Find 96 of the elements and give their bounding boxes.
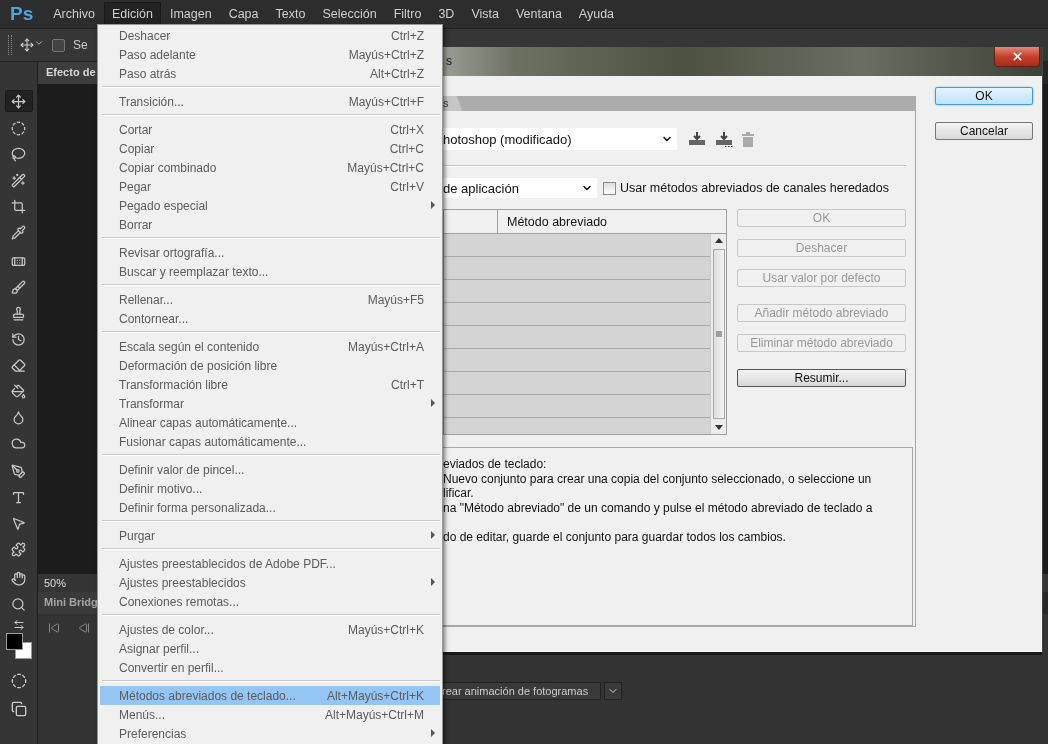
magic-wand-icon <box>11 172 26 188</box>
menu-item[interactable]: Escala según el contenido Mayús+Ctrl+A <box>100 337 440 356</box>
marquee-icon <box>11 120 26 136</box>
menu-item[interactable]: Deshacer Ctrl+Z <box>100 26 440 45</box>
cloud-icon <box>11 435 26 451</box>
menu-item[interactable]: Ajustes de color... Mayús+Ctrl+K <box>100 620 440 639</box>
menu-item[interactable]: Ventana <box>507 2 570 26</box>
description-text: na "Método abreviado" de un comando y pulse el método abreviado de teclado a <box>443 500 874 515</box>
pointer-icon <box>11 515 26 531</box>
screen-mode-icon[interactable] <box>10 701 27 717</box>
crop-icon <box>11 198 26 214</box>
dialog-button[interactable]: Resumir... <box>737 369 906 387</box>
window-title: s <box>446 54 452 68</box>
close-button[interactable] <box>994 47 1040 67</box>
menu-item[interactable]: Convertir en perfil... <box>100 658 440 677</box>
brush-icon <box>11 279 26 295</box>
skip-back-icon[interactable] <box>48 622 60 634</box>
scrollbar[interactable] <box>710 234 726 434</box>
checkbox-label: Usar métodos abreviados de canales heredados <box>620 181 889 195</box>
zoom-level[interactable]: 50% <box>44 577 67 589</box>
menu-item[interactable]: Definir motivo... <box>100 479 440 498</box>
tab[interactable]: s <box>443 96 463 111</box>
set-dropdown[interactable]: hotoshop (modificado) <box>443 128 677 150</box>
menu-item[interactable]: Métodos abreviados de teclado... Alt+Mayús+Ctrl+K <box>100 686 440 705</box>
menu-item[interactable]: Contornear... <box>100 309 440 328</box>
zoom-icon <box>11 596 26 612</box>
menu-item[interactable]: Copiar Ctrl+C <box>100 139 440 158</box>
menu-item[interactable]: Archivo <box>45 2 103 26</box>
menu-item[interactable]: Capa <box>220 2 267 26</box>
menu-item[interactable]: Paso adelante Mayús+Ctrl+Z <box>100 45 440 64</box>
swap-colors-icon[interactable] <box>12 619 25 631</box>
pen-icon <box>11 463 26 479</box>
menu-item[interactable]: Ajustes preestablecidos <box>100 573 440 592</box>
menu-item[interactable]: Texto <box>267 2 314 26</box>
app-logo: Ps <box>9 3 35 25</box>
quick-mask-icon[interactable] <box>10 673 27 689</box>
menu-item[interactable]: Preferencias <box>100 724 440 743</box>
history-icon <box>11 331 26 347</box>
description-text: Nuevo conjunto para crear una copia del conjunto seleccionado, o seleccione un <box>443 471 873 486</box>
menu-item[interactable]: Edición <box>103 2 161 26</box>
menu-item[interactable]: Deformación de posición libre <box>100 356 440 375</box>
move-tool-icon[interactable] <box>20 38 44 52</box>
checkbox-label: Se <box>73 38 88 52</box>
checkbox[interactable] <box>603 181 616 195</box>
scroll-up-icon[interactable] <box>714 238 723 243</box>
lasso-icon <box>11 146 26 162</box>
menu-item[interactable]: Fusionar capas automáticamente... <box>100 432 440 451</box>
context-dropdown[interactable]: de aplicación <box>443 178 597 198</box>
menu-item[interactable]: Ayuda <box>570 2 623 26</box>
menu-item[interactable]: Vista <box>463 2 507 26</box>
menu-item[interactable]: Purgar <box>100 526 440 545</box>
menu-item[interactable]: Transformar <box>100 394 440 413</box>
menu-item[interactable]: Ajustes preestablecidos de Adobe PDF... <box>100 554 440 573</box>
menu-item[interactable]: Transformación libre Ctrl+T <box>100 375 440 394</box>
menu-item[interactable]: Rellenar... Mayús+F5 <box>100 290 440 309</box>
menu-item[interactable]: Borrar <box>100 215 440 234</box>
checkbox[interactable] <box>52 38 65 52</box>
puzzle-icon <box>11 541 26 557</box>
tool-button[interactable] <box>4 90 33 112</box>
grip-icon <box>715 331 722 337</box>
menu-item[interactable]: Pegado especial <box>100 196 440 215</box>
description-text: eviados de teclado: <box>443 457 548 472</box>
menu-item[interactable]: Transición... Mayús+Ctrl+F <box>100 92 440 111</box>
menu-item[interactable]: Buscar y reemplazar texto... <box>100 262 440 281</box>
menu-item[interactable]: Definir valor de pincel... <box>100 460 440 479</box>
hand-icon <box>11 570 26 586</box>
stamp-icon <box>11 305 26 321</box>
menu-item[interactable]: Cortar Ctrl+X <box>100 120 440 139</box>
save-icon[interactable] <box>688 131 706 147</box>
menu-item[interactable]: Copiar combinado Mayús+Ctrl+C <box>100 158 440 177</box>
close-icon <box>1010 50 1024 63</box>
dialog-button[interactable]: Cancelar <box>935 122 1033 140</box>
dropdown-button[interactable] <box>604 682 623 700</box>
eyedropper-icon <box>11 224 26 240</box>
menu-item[interactable]: 3D <box>430 2 463 26</box>
menu-item[interactable]: Filtro <box>385 2 430 26</box>
color-swatches[interactable] <box>5 633 32 659</box>
description-text: lificar. <box>443 486 475 501</box>
menu-item[interactable]: Revisar ortografía... <box>100 243 440 262</box>
eraser-icon <box>11 357 26 373</box>
save-as-icon[interactable] <box>715 131 733 147</box>
menu-item[interactable]: Menús... Alt+Mayús+Ctrl+M <box>100 705 440 724</box>
droplet-icon <box>11 409 26 425</box>
type-icon <box>11 489 26 505</box>
menu-item[interactable]: Pegar Ctrl+V <box>100 177 440 196</box>
menu-item[interactable]: Selección <box>314 2 385 26</box>
move-icon <box>11 93 26 109</box>
menu-item[interactable]: Asignar perfil... <box>100 639 440 658</box>
dialog-button[interactable]: OK <box>935 87 1033 105</box>
scroll-down-icon[interactable] <box>714 425 723 430</box>
menu-item[interactable]: Alinear capas automáticamente... <box>100 413 440 432</box>
menu-item[interactable]: Imagen <box>161 2 220 26</box>
description-text: do de editar, guarde el conjunto para guardar todos los cambios. <box>443 529 787 544</box>
paint-bucket-icon <box>11 383 26 399</box>
step-back-icon[interactable] <box>78 622 90 634</box>
menu-item[interactable]: Definir forma personalizada... <box>100 498 440 517</box>
